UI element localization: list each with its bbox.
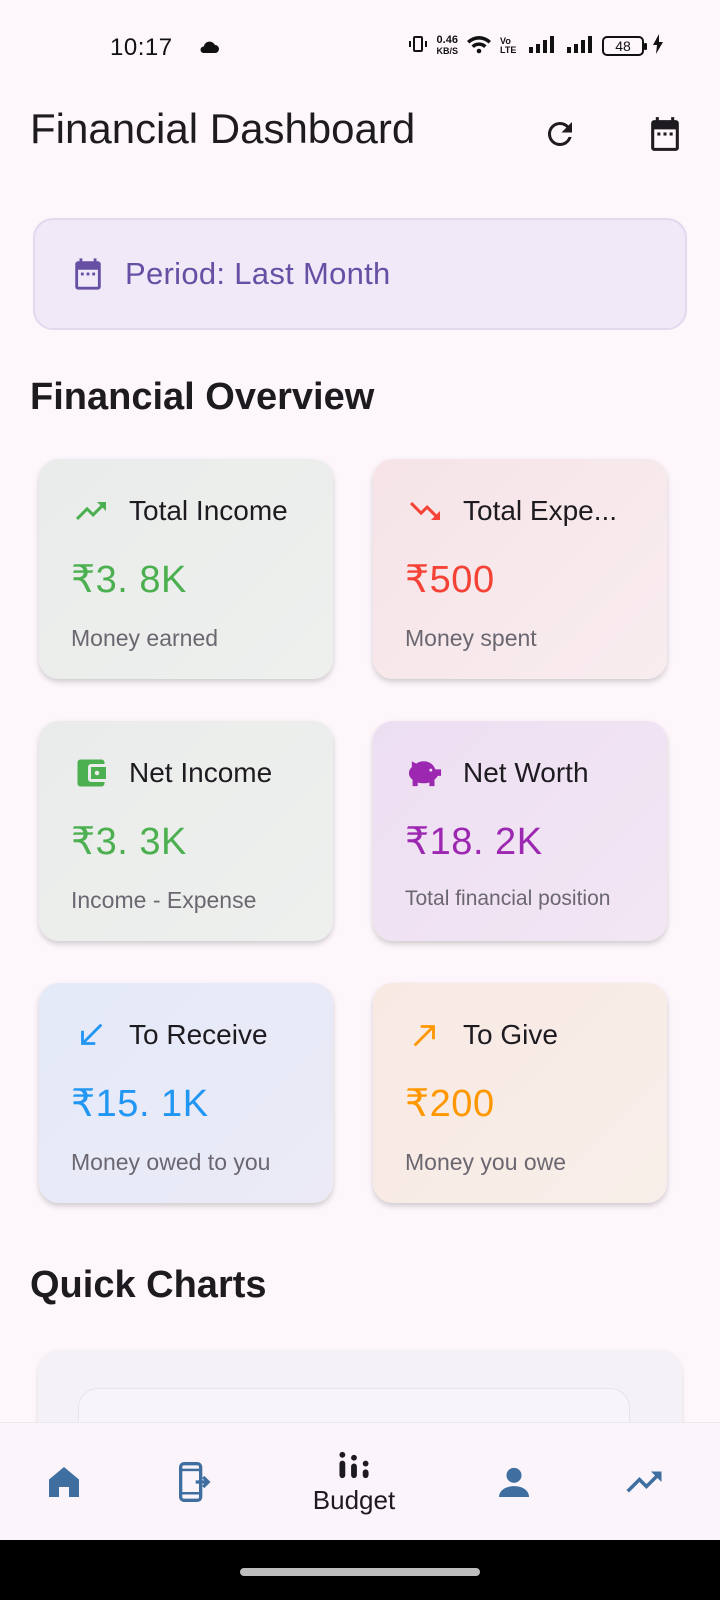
person-icon: [499, 1467, 529, 1497]
to-receive-card[interactable]: To Receive ₹15. 1K Money owed to you: [39, 983, 333, 1203]
transfer-icon: [179, 1462, 211, 1502]
signal-icon-2: [566, 34, 594, 57]
card-value: ₹3. 3K: [71, 821, 187, 863]
nav-profile[interactable]: [454, 1423, 574, 1541]
card-value: ₹18. 2K: [405, 821, 543, 863]
status-icons: 0.46 KB/S Vo LTE 48: [408, 34, 664, 57]
calendar-icon: [651, 117, 679, 151]
nav-trends[interactable]: [584, 1423, 704, 1541]
card-subtitle: Money you owe: [405, 1149, 567, 1175]
period-selector[interactable]: Period: Last Month: [33, 218, 687, 330]
trending-down-icon: [405, 491, 445, 531]
card-value: ₹500: [405, 559, 495, 601]
page-title: Financial Dashboard: [30, 105, 416, 152]
wallet-icon: [71, 753, 111, 793]
card-subtitle: Income - Expense: [71, 887, 257, 913]
card-subtitle: Money owed to you: [71, 1149, 271, 1175]
overview-title: Financial Overview: [30, 376, 375, 418]
total-expense-card[interactable]: Total Expe... ₹500 Money spent: [373, 459, 667, 679]
bottom-nav: Budget: [0, 1422, 720, 1540]
system-gesture-bar: [0, 1540, 720, 1600]
calendar-button[interactable]: [640, 109, 690, 159]
nav-budget[interactable]: Budget: [294, 1423, 414, 1541]
arrow-up-right-icon: [405, 1015, 445, 1055]
period-label: Period: Last Month: [125, 256, 391, 291]
to-give-card[interactable]: To Give ₹200 Money you owe: [373, 983, 667, 1203]
nav-transactions[interactable]: [134, 1423, 254, 1541]
card-value: ₹200: [405, 1083, 495, 1125]
card-label: Net Income: [129, 757, 273, 788]
card-label: To Receive: [129, 1019, 268, 1050]
status-bar: 10:17 0.46 KB/S Vo LTE 48: [0, 0, 720, 90]
card-value: ₹3. 8K: [71, 559, 187, 601]
refresh-button[interactable]: [535, 109, 585, 159]
trending-icon: [626, 1471, 662, 1493]
card-label: Net Worth: [463, 757, 589, 788]
charging-icon: [652, 34, 664, 57]
card-label: Total Expe...: [463, 495, 618, 526]
volte-indicator: Vo LTE: [500, 35, 517, 55]
card-label: To Give: [463, 1019, 558, 1050]
battery-indicator: 48: [602, 35, 647, 56]
net-speed: 0.46 KB/S: [436, 33, 458, 57]
nav-home[interactable]: [4, 1423, 124, 1541]
card-label: Total Income: [129, 495, 288, 526]
nav-budget-label: Budget: [312, 1484, 396, 1515]
wifi-icon: [466, 34, 492, 57]
net-speed-value: 0.46: [436, 33, 458, 46]
trending-up-icon: [71, 491, 111, 531]
budget-icon: [339, 1451, 369, 1478]
cloud-icon: [198, 38, 220, 59]
piggy-bank-icon: [405, 753, 445, 793]
arrow-down-left-icon: [71, 1015, 111, 1055]
card-subtitle: Money spent: [405, 625, 537, 651]
calendar-icon: [75, 258, 101, 290]
net-income-card[interactable]: Net Income ₹3. 3K Income - Expense: [39, 721, 333, 941]
vibrate-icon: [408, 34, 428, 57]
app-bar: Financial Dashboard: [0, 95, 720, 175]
signal-icon: [528, 34, 558, 57]
home-gesture-handle[interactable]: [240, 1568, 480, 1576]
card-subtitle: Total financial position: [405, 887, 611, 910]
net-speed-unit: KB/S: [436, 45, 458, 56]
status-time: 10:17: [110, 34, 173, 61]
card-value: ₹15. 1K: [71, 1083, 209, 1125]
net-worth-card[interactable]: Net Worth ₹18. 2K Total financial positi…: [373, 721, 667, 941]
home-icon: [49, 1467, 79, 1497]
quick-charts-title: Quick Charts: [30, 1264, 267, 1306]
refresh-icon: [547, 121, 572, 146]
card-subtitle: Money earned: [71, 625, 219, 651]
total-income-card[interactable]: Total Income ₹3. 8K Money earned: [39, 459, 333, 679]
